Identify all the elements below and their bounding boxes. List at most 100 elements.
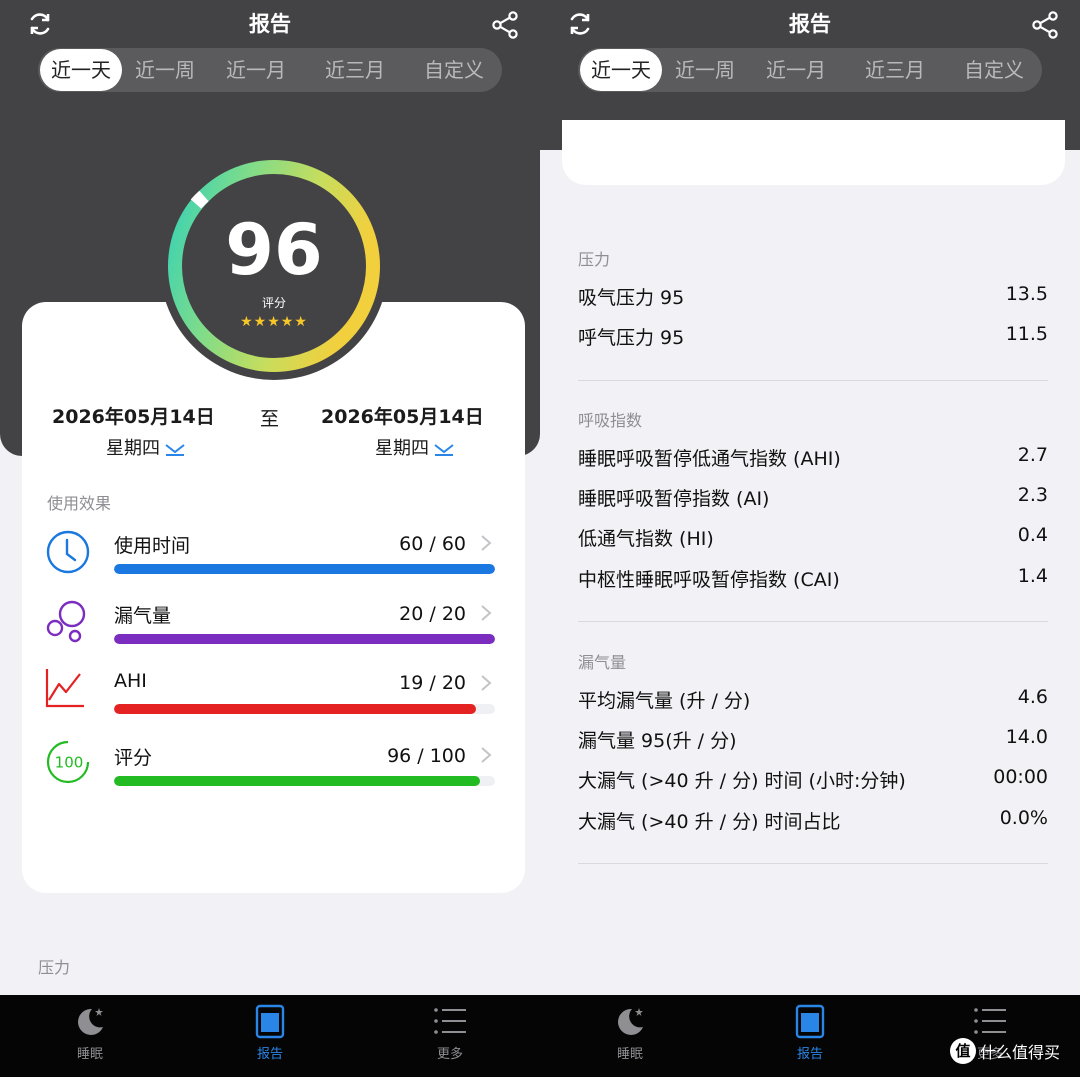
- watermark: 值什么值得买: [950, 1038, 1060, 1068]
- menu-list-icon: [434, 1008, 466, 1034]
- stat-name: 大漏气 (>40 升 / 分) 时间占比: [578, 811, 841, 833]
- date-range-tabs: 近一天 近一周 近一月 近三月 自定义: [38, 48, 502, 92]
- metric-value: 19 / 20: [399, 672, 466, 694]
- section-divider: [578, 621, 1048, 622]
- metric-value: 20 / 20: [399, 603, 466, 625]
- score-100-icon-text: 100: [55, 754, 84, 772]
- stat-value: 14.0: [1005, 726, 1048, 748]
- watermark-text: 什么值得买: [980, 1043, 1061, 1062]
- report-icon: [795, 1004, 825, 1039]
- section-divider: [578, 380, 1048, 381]
- page-title: 报告: [249, 12, 291, 36]
- end-weekday: 星期四: [375, 438, 429, 459]
- nav-item-report[interactable]: 报告: [720, 995, 900, 1077]
- stat-name: 睡眠呼吸暂停低通气指数 (AHI): [578, 448, 841, 470]
- stat-name: 低通气指数 (HI): [578, 528, 714, 550]
- stat-value: 1.4: [1017, 565, 1048, 587]
- bubbles-icon: [46, 600, 86, 643]
- metric-progress-fill: [114, 634, 495, 644]
- tab-custom[interactable]: 自定义: [952, 48, 1036, 92]
- chevron-down-icon: [434, 444, 454, 456]
- tab-past-three-months[interactable]: 近三月: [854, 48, 936, 92]
- end-date: 2026年05月14日: [321, 406, 484, 428]
- metric-value: 60 / 60: [399, 533, 466, 555]
- clock-icon: [46, 530, 90, 574]
- start-weekday: 星期四: [106, 438, 160, 459]
- metric-progress-bar: [114, 776, 495, 786]
- tab-custom[interactable]: 自定义: [412, 48, 496, 92]
- stat-name: 大漏气 (>40 升 / 分) 时间 (小时:分钟): [578, 770, 906, 792]
- report-screen-left: 报告 近一天 近一周 近一月 近三月 自定义 96 评分 ★★★★★ 2026年…: [0, 0, 540, 1077]
- score-gauge: 96 评分 ★★★★★: [160, 152, 388, 380]
- chevron-right-icon: [481, 747, 492, 763]
- top-bar: 报告: [540, 0, 1080, 46]
- stat-value: 2.7: [1017, 444, 1048, 466]
- score-label: 评分: [261, 296, 286, 310]
- moon-icon: [78, 1008, 103, 1035]
- stat-value: 13.5: [1005, 283, 1048, 305]
- metric-name: 使用时间: [114, 535, 191, 557]
- nav-item-sleep[interactable]: 睡眠: [0, 995, 180, 1077]
- stat-name: 睡眠呼吸暂停指数 (AI): [578, 488, 770, 510]
- stat-value: 0.4: [1017, 524, 1048, 546]
- metric-progress-fill: [114, 776, 480, 786]
- nav-label: 报告: [256, 1047, 283, 1062]
- bottom-navigation: 睡眠 报告 更多: [0, 995, 540, 1077]
- score-100-icon: 100: [46, 740, 90, 784]
- stat-value: 11.5: [1005, 323, 1048, 345]
- report-screen-right: 报告 近一天 近一周 近一月 近三月 自定义 压力 吸气压力 95 13.5 呼…: [540, 0, 1080, 1077]
- share-icon[interactable]: [490, 10, 520, 40]
- leak-section-label: 漏气量: [578, 653, 627, 672]
- nav-item-more[interactable]: 更多: [360, 995, 540, 1077]
- start-weekday-picker[interactable]: 星期四: [106, 434, 186, 460]
- chevron-right-icon: [481, 535, 492, 551]
- stat-name: 呼气压力 95: [578, 327, 685, 349]
- tab-past-week[interactable]: 近一周: [666, 48, 744, 92]
- respiratory-index-section-label: 呼吸指数: [578, 411, 643, 430]
- date-range-separator: 至: [260, 408, 280, 430]
- summary-card-bottom-edge: [562, 120, 1065, 185]
- nav-item-sleep[interactable]: 睡眠: [540, 995, 720, 1077]
- star-rating: ★★★★★: [240, 314, 308, 330]
- metric-progress-fill: [114, 704, 476, 714]
- metric-value: 96 / 100: [387, 745, 466, 767]
- report-icon: [255, 1004, 285, 1039]
- date-range-tabs: 近一天 近一周 近一月 近三月 自定义: [578, 48, 1042, 92]
- moon-icon: [618, 1008, 643, 1035]
- pressure-section-label: 压力: [578, 250, 611, 269]
- metric-name: 评分: [114, 747, 153, 769]
- chevron-right-icon: [481, 675, 492, 691]
- metric-progress-bar: [114, 634, 495, 644]
- nav-label: 睡眠: [616, 1047, 643, 1062]
- metric-progress-fill: [114, 564, 495, 574]
- trend-chart-icon: [45, 669, 84, 708]
- stat-value: 4.6: [1017, 686, 1048, 708]
- tab-past-three-months[interactable]: 近三月: [314, 48, 396, 92]
- end-weekday-picker[interactable]: 星期四: [375, 434, 455, 460]
- score-value: 96: [225, 209, 323, 291]
- nav-label: 睡眠: [76, 1047, 103, 1062]
- metric-name: 漏气量: [114, 605, 172, 627]
- summary-card: [22, 302, 525, 893]
- tab-past-month[interactable]: 近一月: [756, 48, 836, 92]
- tab-past-day[interactable]: 近一天: [40, 49, 122, 91]
- tab-past-day[interactable]: 近一天: [580, 49, 662, 91]
- metric-name: AHI: [114, 670, 147, 692]
- nav-item-report[interactable]: 报告: [180, 995, 360, 1077]
- top-bar: 报告: [0, 0, 540, 46]
- metric-progress-bar: [114, 704, 495, 714]
- pressure-section-label-peek: 压力: [38, 958, 71, 977]
- share-icon[interactable]: [1030, 10, 1060, 40]
- stat-value: 00:00: [993, 766, 1048, 788]
- usage-effect-label: 使用效果: [47, 494, 112, 513]
- tab-past-month[interactable]: 近一月: [216, 48, 296, 92]
- tab-past-week[interactable]: 近一周: [126, 48, 204, 92]
- menu-list-icon: [974, 1008, 1006, 1034]
- chevron-right-icon: [481, 605, 492, 621]
- chevron-down-icon: [165, 444, 185, 456]
- stat-name: 平均漏气量 (升 / 分): [578, 690, 751, 712]
- nav-label: 更多: [436, 1047, 463, 1062]
- stat-name: 漏气量 95(升 / 分): [578, 730, 737, 752]
- stat-name: 中枢性睡眠呼吸暂停指数 (CAI): [578, 569, 840, 591]
- page-title: 报告: [789, 12, 831, 36]
